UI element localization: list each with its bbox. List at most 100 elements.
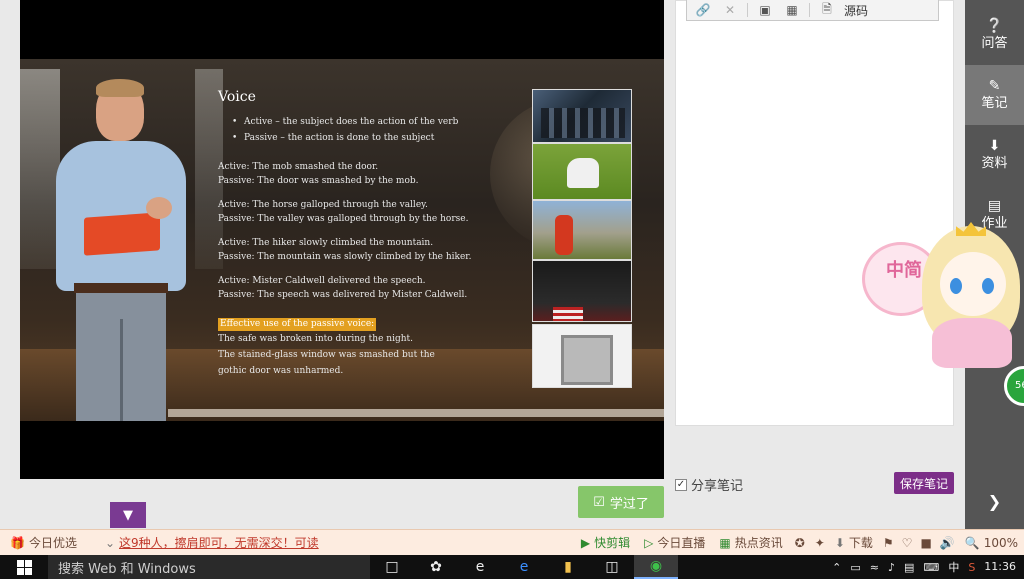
learned-label: 学过了	[609, 496, 649, 512]
live-label: 今日直播	[657, 536, 706, 550]
safe-photo	[532, 324, 632, 388]
app-icon[interactable]: ✿	[414, 555, 458, 579]
task-view-icon[interactable]: □	[370, 555, 414, 579]
quick-clip-label: 快剪辑	[594, 536, 631, 550]
window-icon[interactable]: ■	[920, 536, 931, 550]
today-pick[interactable]: 🎁 今日优选	[10, 534, 77, 551]
store-icon[interactable]: ◫	[590, 555, 634, 579]
hot-news-label: 热点资讯	[734, 536, 783, 550]
windows-logo-icon	[16, 559, 32, 575]
nav-notes[interactable]: ✎ 笔记	[965, 65, 1024, 125]
presenter	[34, 79, 204, 421]
passive-sentence: Passive: The mountain was slowly climbed…	[218, 252, 472, 262]
presenter-tablet	[84, 212, 160, 256]
edit-icon: ✎	[988, 78, 1001, 94]
share-checkbox[interactable]: ✓	[675, 478, 687, 491]
download-icon: ⬇	[988, 138, 1001, 154]
download-label: 下载	[848, 536, 873, 550]
active-sentence: Active: The horse galloped through the v…	[218, 200, 428, 210]
keyboard-icon[interactable]: ⌨	[923, 561, 939, 574]
download-icon: ⬇	[834, 535, 845, 550]
heart-icon[interactable]: ♡	[902, 536, 913, 550]
passive-sentence: Passive: The door was smashed by the mob…	[218, 176, 419, 186]
windows-taskbar: 搜索 Web 和 Windows □ ✿ e e ▮ ◫ ◉ ⌃ ▭ ≈ ♪ ▤…	[0, 555, 1024, 579]
flag-icon[interactable]: ⚑	[883, 536, 894, 550]
mascot-eye	[950, 278, 962, 294]
chevron-right-icon[interactable]: ❯	[965, 492, 1024, 511]
active-sentence: Active: The mob smashed the door.	[218, 162, 379, 172]
passive-example: gothic door was unharmed.	[218, 366, 344, 376]
quick-clip[interactable]: ▶ 快剪辑	[581, 534, 630, 551]
passive-heading: Effective use of the passive voice:	[218, 318, 377, 331]
passive-example: The safe was broken into during the nigh…	[218, 334, 413, 344]
example-pair: Active: The hiker slowly climbed the mou…	[218, 236, 538, 264]
check-square-icon: ☑	[593, 494, 605, 510]
video-player[interactable]: Voice Active – the subject does the acti…	[20, 0, 664, 479]
ledge	[168, 409, 664, 417]
table-icon[interactable]: ▦	[782, 3, 802, 17]
image-icon[interactable]: ▣	[755, 3, 775, 17]
sogou-icon[interactable]: S	[968, 561, 975, 574]
expand-button[interactable]: ▼	[110, 502, 146, 528]
ime-indicator[interactable]: 中	[948, 559, 959, 575]
example-pair: Active: The horse galloped through the v…	[218, 198, 538, 226]
clock[interactable]: 11:36	[984, 561, 1016, 573]
clip-icon: ▶	[580, 535, 591, 550]
passive-sentence: Passive: The valley was galloped through…	[218, 214, 469, 224]
slide-bullets: Active – the subject does the action of …	[232, 114, 538, 146]
bullet-passive: Passive – the action is done to the subj…	[232, 130, 538, 146]
editor-toolbar: 🔗 ✕ ▣ ▦ 🗎 源码	[686, 0, 939, 21]
zoom-level[interactable]: 100%	[984, 536, 1018, 550]
unlink-icon[interactable]: ✕	[720, 3, 740, 17]
document-icon: ▤	[987, 198, 1002, 214]
horse-photo	[532, 143, 632, 200]
link-icon[interactable]: 🔗	[693, 3, 713, 17]
active-sentence: Active: The hiker slowly climbed the mou…	[218, 238, 434, 248]
learned-button[interactable]: ☑ 学过了	[578, 486, 664, 518]
system-tray: ⌃ ▭ ≈ ♪ ▤ ⌨ 中 S 11:36	[832, 559, 1024, 575]
source-icon[interactable]: 🗎	[817, 0, 837, 21]
speech-photo	[532, 260, 632, 322]
nav-label: 问答	[981, 36, 1008, 51]
wifi-icon[interactable]: ≈	[870, 561, 879, 574]
presenter-hair	[96, 79, 144, 97]
extension-icon[interactable]: ✪	[795, 536, 805, 550]
news-ticker[interactable]: ⌄ 这9种人，擦肩即可，无需深交！可读	[105, 534, 319, 551]
hot-news[interactable]: ▦ 热点资讯	[719, 534, 782, 551]
toolbar-divider	[809, 3, 810, 17]
news-link[interactable]: 这9种人，擦肩即可，无需深交！可读	[119, 534, 319, 551]
today-pick-label: 今日优选	[28, 536, 77, 550]
mascot-body	[932, 318, 1012, 368]
nav-materials[interactable]: ⬇ 资料	[965, 125, 1024, 185]
start-button[interactable]	[0, 555, 48, 579]
ie-icon[interactable]: e	[458, 555, 502, 579]
edge-icon[interactable]: e	[502, 555, 546, 579]
folder-icon[interactable]: ▮	[546, 555, 590, 579]
example-pair: Active: Mister Caldwell delivered the sp…	[218, 274, 538, 302]
download-button[interactable]: ⬇ 下载	[835, 534, 873, 551]
today-live[interactable]: ▷ 今日直播	[644, 534, 705, 551]
pin-icon[interactable]: ✦	[815, 536, 825, 550]
save-note-button[interactable]: 保存笔记	[894, 472, 954, 494]
play-icon: ▷	[644, 535, 654, 550]
volume-icon[interactable]: ♪	[888, 561, 895, 574]
zoom-icon[interactable]: 🔍	[965, 536, 980, 550]
source-button[interactable]: 源码	[844, 2, 868, 19]
browser-status-bar: 🎁 今日优选 ⌄ 这9种人，擦肩即可，无需深交！可读 ▶ 快剪辑 ▷ 今日直播 …	[0, 529, 1024, 555]
notification-icon[interactable]: ▤	[904, 561, 914, 574]
volume-icon[interactable]: 🔊	[940, 536, 955, 550]
news-icon: ▦	[719, 535, 731, 550]
browser-icon[interactable]: ◉	[634, 555, 678, 579]
nav-qa[interactable]: ❔ 问答	[965, 5, 1024, 65]
share-note-option[interactable]: ✓ 分享笔记	[675, 475, 743, 494]
battery-icon[interactable]: ▭	[850, 561, 860, 574]
chevron-up-icon[interactable]: ⌃	[832, 561, 841, 574]
presenter-belt	[74, 283, 168, 293]
taskbar-search[interactable]: 搜索 Web 和 Windows	[48, 555, 370, 579]
ime-mascot[interactable]: 中简	[862, 222, 1024, 374]
example-pair: Active: The mob smashed the door. Passiv…	[218, 160, 538, 188]
passive-sentence: Passive: The speech was delivered by Mis…	[218, 290, 468, 300]
bullet-active: Active – the subject does the action of …	[232, 114, 538, 130]
question-icon: ❔	[985, 18, 1004, 34]
slide-title: Voice	[218, 89, 256, 105]
